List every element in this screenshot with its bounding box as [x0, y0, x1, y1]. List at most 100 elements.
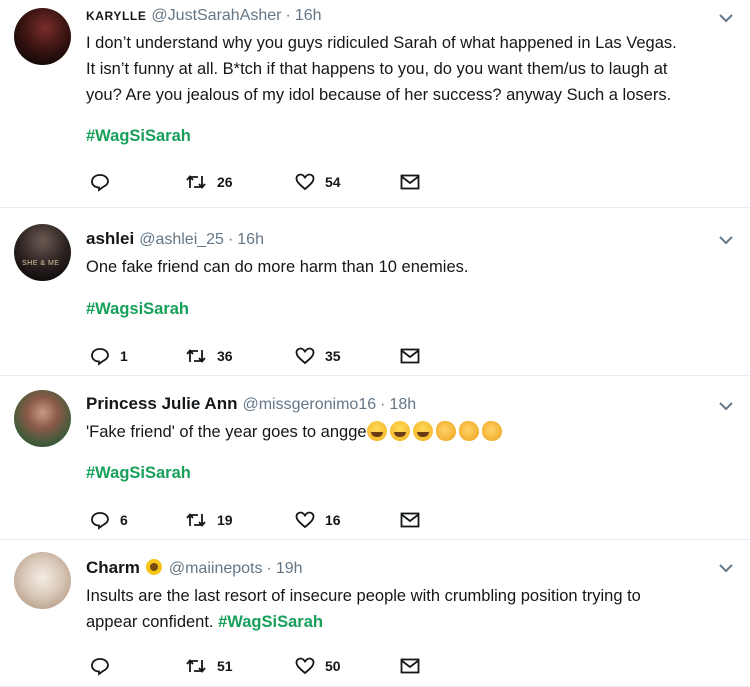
- user-handle[interactable]: @missgeronimo16: [242, 394, 376, 416]
- retweet-icon: [186, 513, 206, 527]
- timestamp[interactable]: 19h: [276, 558, 303, 580]
- chevron-down-icon[interactable]: [718, 12, 734, 24]
- avatar-badge-text: SHE & ME: [22, 260, 60, 267]
- timestamp[interactable]: 16h: [237, 229, 264, 251]
- envelope-icon: [400, 512, 420, 528]
- like-button[interactable]: 35: [295, 347, 400, 365]
- tweet-text: Insults are the last resort of insecure …: [86, 583, 710, 635]
- tweet-header: Charm @maiinepots · 19h: [86, 555, 710, 580]
- separator-dot: ·: [285, 7, 291, 24]
- tweet-text: 'Fake friend' of the year goes to angge: [86, 419, 710, 445]
- laughing-emoji-icon: [366, 421, 387, 441]
- chevron-down-icon[interactable]: [718, 562, 734, 574]
- reply-icon: [91, 174, 109, 192]
- like-button[interactable]: 54: [295, 173, 400, 191]
- direct-message-button[interactable]: [400, 348, 420, 364]
- avatar[interactable]: [14, 8, 71, 65]
- display-name[interactable]: Princess Julie Ann: [86, 393, 237, 415]
- hashtag-link[interactable]: #WagSiSarah: [218, 613, 323, 631]
- retweet-count: 26: [217, 174, 233, 190]
- tweet-header: KARYLLE @JustSarahAsher · 16h: [86, 5, 710, 27]
- user-handle[interactable]: @JustSarahAsher: [151, 5, 281, 27]
- reply-button[interactable]: 6: [90, 510, 185, 530]
- avatar[interactable]: [14, 552, 71, 609]
- reply-button[interactable]: 1: [90, 346, 185, 366]
- clapping-emoji-icon: [435, 421, 456, 441]
- direct-message-button[interactable]: [400, 658, 420, 674]
- tweet-feed: KARYLLE @JustSarahAsher · 16h I don’t un…: [0, 0, 750, 687]
- reply-icon: [91, 348, 109, 366]
- heart-icon: [295, 173, 315, 191]
- hashtag-link[interactable]: #WagsiSarah: [86, 300, 189, 318]
- tweet-actions: 51 50: [90, 656, 420, 676]
- tweet-text-line: One fake friend can do more harm than 10…: [86, 258, 469, 276]
- reply-count: 1: [120, 348, 128, 364]
- retweet-button[interactable]: 19: [185, 511, 295, 529]
- retweet-button[interactable]: 36: [185, 347, 295, 365]
- tweet[interactable]: Princess Julie Ann @missgeronimo16 · 18h…: [0, 376, 750, 540]
- display-name[interactable]: KARYLLE: [86, 5, 146, 27]
- like-button[interactable]: 16: [295, 511, 400, 529]
- emoji-group: [366, 421, 505, 441]
- retweet-count: 19: [217, 512, 233, 528]
- hashtag-link[interactable]: #WagSiSarah: [86, 464, 191, 482]
- tweet-text-fragment: appear confident.: [86, 613, 214, 631]
- tweet-text-line: Insults are the last resort of insecure …: [86, 587, 641, 605]
- tweet-actions: 6 19 16: [90, 510, 420, 530]
- retweet-button[interactable]: 51: [185, 657, 295, 675]
- tweet-text: One fake friend can do more harm than 10…: [86, 254, 710, 280]
- tweet-text-line: appear confident. #WagSiSarah: [86, 609, 710, 635]
- avatar[interactable]: [14, 390, 71, 447]
- retweet-icon: [186, 175, 206, 189]
- user-handle[interactable]: @maiinepots: [169, 558, 263, 580]
- chevron-down-icon[interactable]: [718, 400, 734, 412]
- laughing-emoji-icon: [389, 421, 410, 441]
- tweet[interactable]: KARYLLE @JustSarahAsher · 16h I don’t un…: [0, 0, 750, 208]
- like-count: 35: [325, 348, 341, 364]
- separator-dot: ·: [266, 560, 272, 577]
- envelope-icon: [400, 348, 420, 364]
- tweet-text: I don’t understand why you guys ridicule…: [86, 30, 710, 108]
- tweet-actions: 26 54: [90, 172, 420, 192]
- direct-message-button[interactable]: [400, 512, 420, 528]
- like-button[interactable]: 50: [295, 657, 400, 675]
- like-count: 54: [325, 174, 341, 190]
- display-name[interactable]: Charm: [86, 557, 140, 579]
- retweet-icon: [186, 349, 206, 363]
- separator-dot: ·: [380, 396, 386, 413]
- reply-count: 6: [120, 512, 128, 528]
- tweet-header: Princess Julie Ann @missgeronimo16 · 18h: [86, 393, 710, 416]
- tweet-header: ashlei @ashlei_25 · 16h: [86, 228, 710, 251]
- tweet[interactable]: Charm @maiinepots · 19h Insults are the …: [0, 540, 750, 687]
- sunflower-emoji-icon: [145, 559, 162, 575]
- tweet[interactable]: SHE & ME ashlei @ashlei_25 · 16h One fak…: [0, 208, 750, 376]
- tweet-text-line: you? Are you jealous of my idol because …: [86, 86, 672, 104]
- heart-icon: [295, 347, 315, 365]
- clapping-emoji-icon: [481, 421, 502, 441]
- like-count: 16: [325, 512, 341, 528]
- tweet-text-line: It isn’t funny at all. B*tch if that hap…: [86, 60, 668, 78]
- retweet-button[interactable]: 26: [185, 173, 295, 191]
- display-name[interactable]: ashlei: [86, 228, 134, 250]
- like-count: 50: [325, 658, 341, 674]
- reply-button[interactable]: [90, 656, 185, 676]
- user-handle[interactable]: @ashlei_25: [139, 229, 224, 251]
- timestamp[interactable]: 18h: [389, 394, 416, 416]
- tweet-text-line: 'Fake friend' of the year goes to angge: [86, 423, 367, 441]
- retweet-count: 51: [217, 658, 233, 674]
- tweet-actions: 1 36 35: [90, 346, 420, 366]
- reply-icon: [91, 658, 109, 676]
- chevron-down-icon[interactable]: [718, 234, 734, 246]
- hashtag-link[interactable]: #WagSiSarah: [86, 127, 191, 145]
- reply-icon: [91, 512, 109, 530]
- avatar[interactable]: SHE & ME: [14, 224, 71, 281]
- clapping-emoji-icon: [458, 421, 479, 441]
- reply-button[interactable]: [90, 172, 185, 192]
- heart-icon: [295, 511, 315, 529]
- retweet-icon: [186, 659, 206, 673]
- laughing-emoji-icon: [412, 421, 433, 441]
- direct-message-button[interactable]: [400, 174, 420, 190]
- timestamp[interactable]: 16h: [295, 5, 322, 27]
- heart-icon: [295, 657, 315, 675]
- tweet-text-line: I don’t understand why you guys ridicule…: [86, 34, 677, 52]
